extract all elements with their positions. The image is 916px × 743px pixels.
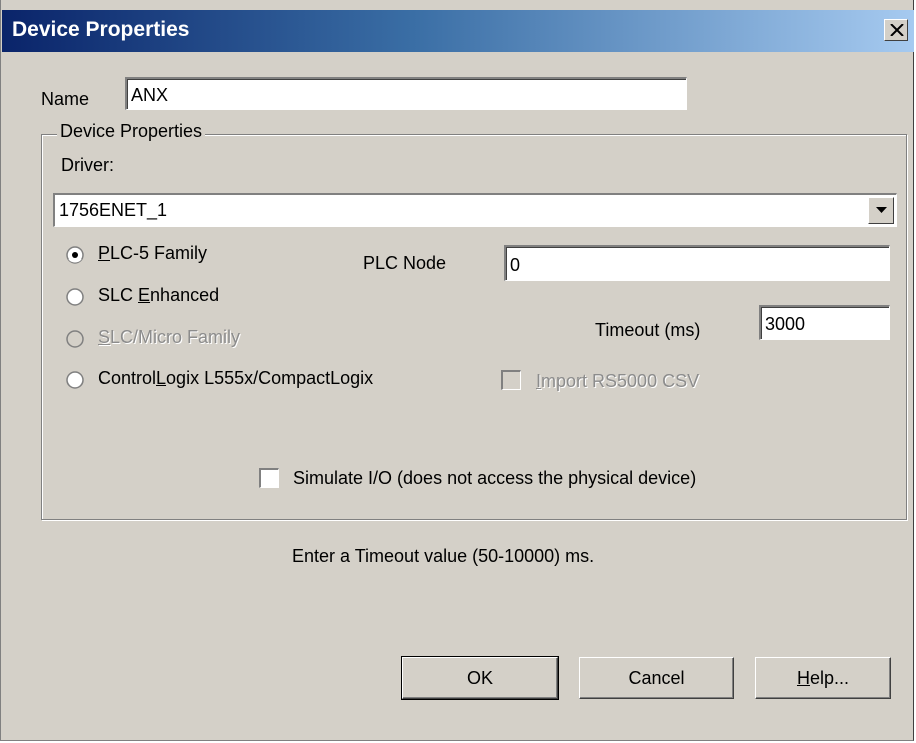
driver-selected-value: 1756ENET_1 [59, 200, 168, 220]
simulate-io-label: Simulate I/O (does not access the physic… [293, 468, 697, 488]
radio-controllogix-label: ControlLogix L555x/CompactLogix [98, 368, 374, 388]
radio-slc-enhanced-label: SLC Enhanced [98, 285, 220, 305]
close-icon [890, 24, 904, 36]
name-input[interactable] [125, 77, 687, 110]
group-legend: Device Properties [57, 121, 206, 142]
driver-label: Driver: [61, 155, 114, 175]
timeout-label: Timeout (ms) [595, 320, 701, 340]
radio-controllogix[interactable] [66, 371, 84, 389]
timeout-hint: Enter a Timeout value (50-10000) ms. [292, 546, 595, 566]
plc-node-input[interactable] [504, 245, 890, 281]
window-title: Device Properties [12, 18, 190, 41]
title-bar[interactable]: Device Properties [2, 10, 914, 52]
name-label: Name [41, 89, 90, 109]
device-properties-dialog: Device Properties Name Device Properties… [0, 0, 914, 741]
radio-slc-micro-family-label: SLC/Micro Family [98, 327, 241, 347]
import-csv-checkbox [501, 370, 521, 390]
close-button[interactable] [884, 19, 908, 41]
radio-slc-micro-family [66, 330, 84, 348]
driver-dropdown[interactable]: 1756ENET_1 [53, 193, 897, 227]
simulate-io-checkbox[interactable] [259, 468, 279, 488]
radio-plc5-family[interactable] [66, 246, 84, 264]
driver-dropdown-button[interactable] [868, 197, 894, 224]
import-csv-label: Import RS5000 CSV [536, 371, 700, 391]
radio-slc-enhanced[interactable] [66, 288, 84, 306]
radio-plc5-family-label: PLC-5 Family [98, 243, 208, 263]
chevron-down-icon [876, 207, 887, 213]
ok-button[interactable]: OK [401, 656, 559, 700]
help-button[interactable]: Help... [755, 657, 891, 699]
plc-node-label: PLC Node [363, 253, 447, 273]
cancel-button[interactable]: Cancel [579, 657, 734, 699]
timeout-input[interactable] [759, 305, 890, 340]
plc5-label-rest: LC-5 Family [110, 243, 208, 263]
